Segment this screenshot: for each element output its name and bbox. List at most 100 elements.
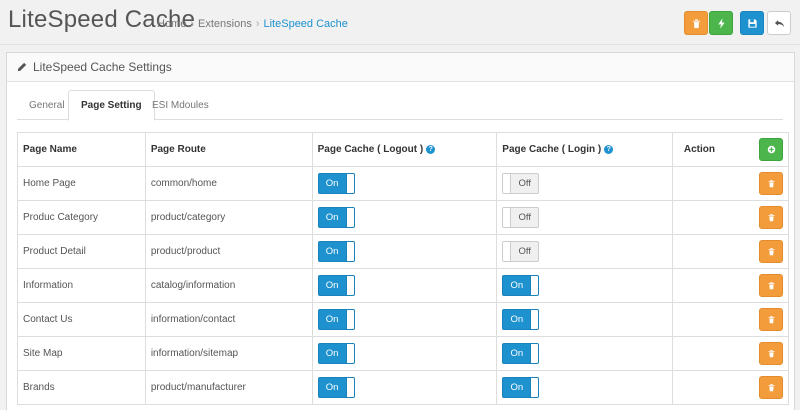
breadcrumb-extensions[interactable]: Extensions (198, 18, 252, 30)
table-row: Produc Category product/category On Off (17, 200, 790, 235)
toggle-label: On (325, 212, 339, 223)
cache-login-cell: Off (496, 200, 673, 235)
page-name-cell: Information (17, 268, 146, 303)
cache-login-toggle[interactable]: On (502, 377, 540, 398)
toggle-label: On (325, 348, 339, 359)
page-route: product/category (150, 212, 226, 223)
cache-logout-toggle[interactable]: On (317, 377, 355, 398)
cache-logout-toggle[interactable]: On (317, 207, 355, 228)
page-route: common/home (150, 178, 217, 189)
column-header-cache-logout: Page Cache ( Logout )? (311, 132, 498, 167)
page-name-cell: Produc Category (17, 200, 146, 235)
page-route: product/manufacturer (150, 382, 246, 393)
toggle-knob (345, 208, 354, 227)
cache-login-toggle[interactable]: Off (502, 241, 540, 262)
action-cell (671, 234, 790, 269)
cache-logout-cell: On (311, 370, 498, 405)
cache-login-toggle[interactable]: On (502, 309, 540, 330)
action-cell (671, 302, 790, 337)
cache-login-cell: Off (496, 234, 673, 269)
cache-logout-toggle[interactable]: On (317, 173, 355, 194)
toggle-knob (503, 208, 512, 227)
delete-row-button[interactable] (759, 308, 783, 331)
toggle-knob (345, 344, 354, 363)
page-route-cell: product/category (144, 200, 313, 235)
page-route-cell: product/product (144, 234, 313, 269)
tab-esi-modules[interactable]: ESI Mdoules (140, 90, 221, 121)
settings-panel: LiteSpeed Cache Settings General Page Se… (6, 52, 795, 410)
table-row: Contact Us information/contact On On (17, 302, 790, 337)
trash-icon (768, 248, 774, 256)
cache-login-toggle[interactable]: Off (502, 207, 540, 228)
page-name-cell: Site Map (17, 336, 146, 371)
delete-button[interactable] (684, 11, 708, 35)
delete-row-button[interactable] (759, 274, 783, 297)
toggle-label: On (510, 348, 524, 359)
delete-row-button[interactable] (759, 240, 783, 263)
delete-row-button[interactable] (759, 206, 783, 229)
panel-heading: LiteSpeed Cache Settings (7, 53, 794, 82)
page-route: information/sitemap (150, 348, 239, 359)
tab-bar: General Page Setting ESI Mdoules (17, 90, 783, 121)
page-name: Produc Category (23, 212, 99, 223)
purge-button[interactable] (709, 11, 733, 35)
trash-icon (692, 18, 700, 28)
page-name-cell: Home Page (17, 166, 146, 201)
cache-login-cell: On (496, 268, 673, 303)
trash-icon (768, 180, 774, 188)
cache-logout-cell: On (311, 166, 498, 201)
cache-logout-cell: On (311, 200, 498, 235)
delete-row-button[interactable] (759, 376, 783, 399)
cache-logout-toggle[interactable]: On (317, 275, 355, 296)
toggle-knob (503, 242, 512, 261)
question-circle-icon[interactable]: ? (426, 145, 436, 154)
table-row: Home Page common/home On Off (17, 166, 790, 201)
cache-logout-toggle[interactable]: On (317, 309, 355, 330)
bolt-icon (717, 17, 725, 29)
back-button[interactable] (767, 11, 791, 35)
panel-title: LiteSpeed Cache Settings (33, 60, 172, 74)
trash-icon (768, 350, 774, 358)
page-name-cell: Contact Us (17, 302, 146, 337)
cache-login-toggle[interactable]: On (502, 343, 540, 364)
breadcrumb: Home › Extensions › LiteSpeed Cache (157, 18, 348, 30)
plus-circle-icon (767, 145, 775, 154)
question-circle-icon[interactable]: ? (604, 145, 614, 154)
column-header-cache-login: Page Cache ( Login )? (496, 132, 673, 167)
page-route-cell: common/home (144, 166, 313, 201)
reply-icon (774, 19, 784, 27)
page-route-cell: information/contact (144, 302, 313, 337)
cache-login-toggle[interactable]: Off (502, 173, 540, 194)
save-button[interactable] (740, 11, 764, 35)
cache-login-toggle[interactable]: On (502, 275, 540, 296)
cache-login-cell: On (496, 336, 673, 371)
toggle-label: On (325, 246, 339, 257)
trash-icon (768, 214, 774, 222)
toggle-label: On (510, 280, 524, 291)
action-cell (671, 200, 790, 235)
page-name-cell: Product Detail (17, 234, 146, 269)
pencil-icon (17, 62, 27, 72)
toggle-label: On (325, 178, 339, 189)
breadcrumb-separator: › (255, 18, 260, 30)
delete-row-button[interactable] (759, 342, 783, 365)
toggle-knob (530, 276, 539, 295)
add-page-button[interactable] (759, 138, 783, 161)
page-route: catalog/information (150, 280, 236, 291)
page-route: product/product (150, 246, 221, 257)
delete-row-button[interactable] (759, 172, 783, 195)
action-cell (671, 370, 790, 405)
breadcrumb-current[interactable]: LiteSpeed Cache (264, 18, 348, 30)
toggle-label: On (325, 382, 339, 393)
toggle-knob (530, 344, 539, 363)
toggle-label: On (325, 280, 339, 291)
action-cell (671, 336, 790, 371)
trash-icon (768, 282, 774, 290)
cache-logout-toggle[interactable]: On (317, 343, 355, 364)
breadcrumb-home[interactable]: Home (157, 18, 186, 30)
page-name: Brands (23, 382, 55, 393)
column-header-page-route: Page Route (144, 132, 313, 167)
page-name: Product Detail (23, 246, 86, 257)
toggle-label: Off (518, 178, 532, 189)
cache-logout-toggle[interactable]: On (317, 241, 355, 262)
